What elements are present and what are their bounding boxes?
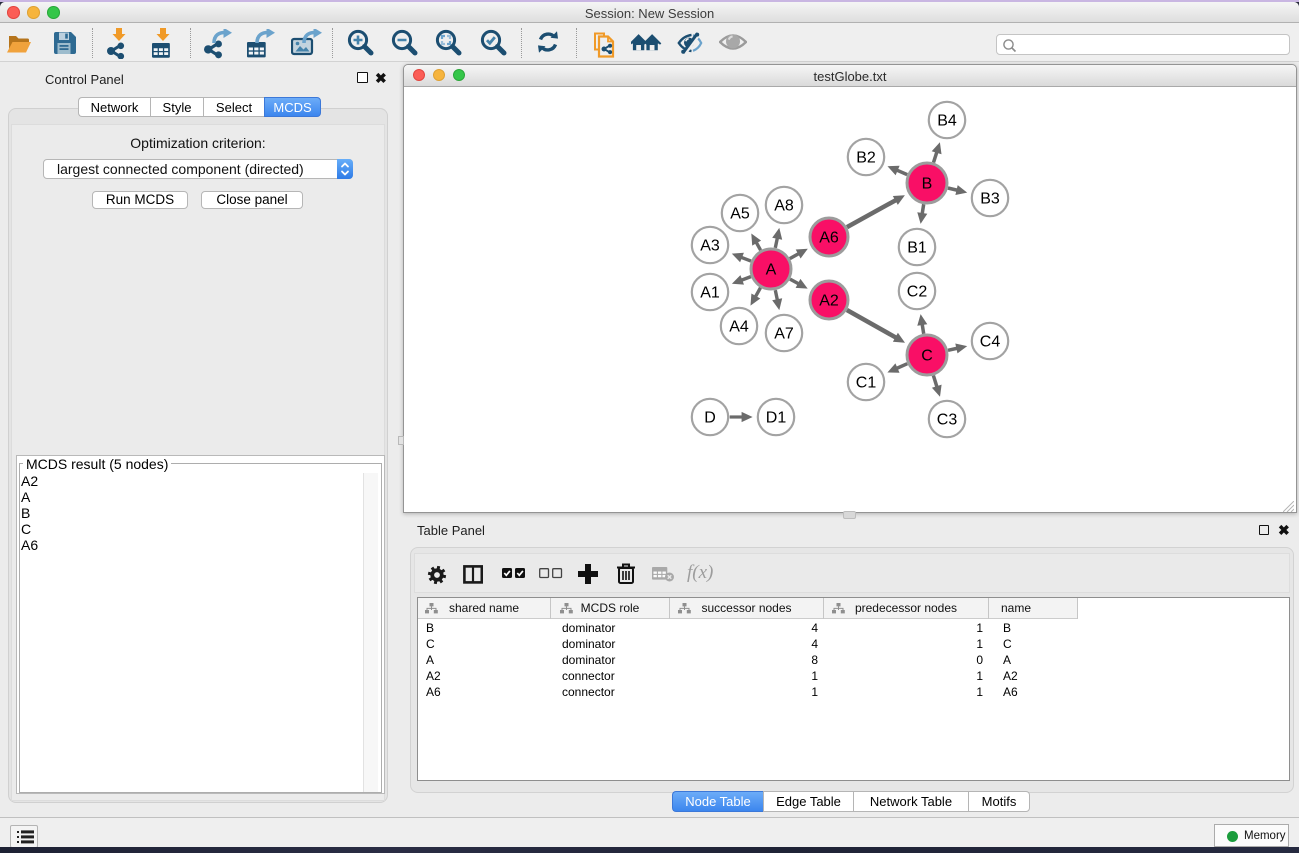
svg-text:A: A [766, 262, 777, 279]
svg-text:B4: B4 [937, 113, 957, 130]
svg-text:B3: B3 [980, 191, 1000, 208]
svg-text:C4: C4 [980, 334, 1001, 351]
svg-text:B2: B2 [856, 150, 876, 167]
svg-text:B: B [922, 176, 933, 193]
svg-text:B1: B1 [907, 240, 927, 257]
svg-text:A6: A6 [819, 230, 839, 247]
svg-text:C: C [921, 348, 933, 365]
svg-text:A1: A1 [700, 285, 720, 302]
svg-text:C1: C1 [856, 375, 877, 392]
svg-text:A4: A4 [729, 319, 749, 336]
svg-text:A7: A7 [774, 326, 794, 343]
svg-text:A3: A3 [700, 238, 720, 255]
svg-text:A5: A5 [730, 206, 750, 223]
svg-text:C3: C3 [937, 412, 958, 429]
svg-text:C2: C2 [907, 284, 928, 301]
svg-text:A8: A8 [774, 198, 794, 215]
svg-text:D1: D1 [766, 410, 787, 427]
svg-text:D: D [704, 410, 716, 427]
svg-text:A2: A2 [819, 293, 839, 310]
